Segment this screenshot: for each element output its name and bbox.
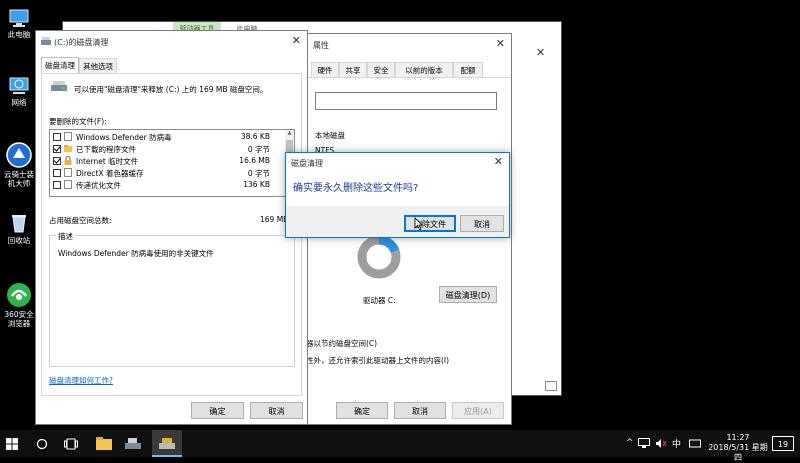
network-tray-icon[interactable] [638, 438, 650, 449]
list-item[interactable]: DirectX 着色器缓存 0 字节 [50, 167, 282, 178]
properties-ok-button[interactable]: 确定 [336, 402, 388, 419]
cleanup-intro: 可以使用"磁盘清理"来释放 (C:) 上的 169 MB 磁盘空间。 [74, 85, 268, 94]
file-icon [64, 180, 72, 189]
desktop-icon-label: 云骑士装机大师 [4, 170, 34, 188]
drive-icon [51, 81, 67, 91]
disk-cleanup-button[interactable]: 磁盘清理(D) [439, 286, 497, 303]
disk-type-label: 本地磁盘 [315, 131, 345, 140]
notification-badge[interactable]: 19 [772, 436, 794, 451]
properties-cancel-button[interactable]: 取消 [394, 402, 446, 419]
properties-apply-button[interactable]: 应用(A) [452, 402, 504, 419]
file-checkbox[interactable] [53, 181, 61, 189]
disk-cleanup-window: (C:)的磁盘清理 ✕ 磁盘清理 其他选项 可以使用"磁盘清理"来释放 (C:)… [35, 30, 308, 425]
delete-files-button[interactable]: 删除文件 [404, 215, 456, 232]
file-checkbox[interactable] [53, 145, 61, 153]
browser-360-icon [7, 283, 31, 307]
clock-time: 11:27 [726, 433, 750, 442]
desktop-icon-label: 网络 [11, 98, 27, 107]
file-checkbox[interactable] [53, 169, 61, 177]
drive-name-input[interactable] [315, 92, 497, 110]
compress-option[interactable]: 器以节约磁盘空间(C) [306, 338, 377, 349]
file-explorer-icon[interactable] [96, 437, 112, 450]
view-toggle-icon[interactable] [545, 381, 557, 391]
description-text: Windows Defender 防病毒使用的非关键文件 [58, 249, 214, 258]
disk-usage-pie [357, 235, 401, 279]
search-circle-icon[interactable] [36, 438, 48, 450]
clock[interactable]: 11:27 2018/5/31 星期四 [707, 433, 769, 463]
drive-task-icon [159, 438, 175, 449]
recycle-bin-icon [12, 215, 26, 233]
confirm-dialog: 磁盘清理 ✕ 确实要永久删除这些文件吗? 删除文件 取消 [285, 152, 510, 238]
tab-hardware[interactable]: 硬件 [311, 62, 339, 77]
network-icon [9, 77, 29, 94]
list-item[interactable]: Windows Defender 防病毒 38.6 KB [50, 131, 282, 142]
properties-title: 属性 [313, 41, 329, 50]
windows-start-icon[interactable] [6, 438, 18, 450]
confirm-title: 磁盘清理 [291, 159, 323, 168]
cleanup-tabs: 磁盘清理 其他选项 [41, 57, 301, 73]
desktop-icon-label: 回收站 [7, 236, 31, 245]
explorer-close-icon[interactable]: ✕ [536, 46, 545, 59]
keyboard-icon[interactable] [689, 438, 701, 449]
clock-date: 2018/5/31 星期四 [708, 443, 768, 462]
lock-icon [64, 156, 72, 165]
cleanup-ok-button[interactable]: 确定 [191, 402, 244, 419]
tab-security[interactable]: 安全 [367, 62, 395, 77]
list-item[interactable]: 传递优化文件 136 KB [50, 179, 282, 190]
total-label: 占用磁盘空间总数: [49, 216, 112, 225]
drive-label: 驱动器 C: [363, 296, 396, 305]
file-checkbox[interactable] [53, 133, 61, 141]
desktop-icon-yunqishi[interactable]: 云骑士装机大师 [2, 142, 36, 188]
volume-muted-icon[interactable] [655, 438, 667, 449]
scroll-up-icon[interactable]: ▲ [285, 130, 294, 136]
mouse-cursor-icon [414, 217, 423, 231]
folder-icon [64, 145, 72, 152]
index-option[interactable]: 性外，还允许索引此驱动器上文件的内容(I) [306, 355, 449, 366]
tab-more-options[interactable]: 其他选项 [79, 58, 117, 73]
confirm-cancel-button[interactable]: 取消 [460, 215, 504, 232]
task-view-icon[interactable] [64, 438, 78, 450]
tab-sharing[interactable]: 共享 [339, 62, 367, 77]
active-task-highlight[interactable] [152, 430, 182, 457]
desktop-icon-network[interactable]: 网络 [2, 76, 36, 107]
disk-cleanup-close-icon[interactable]: ✕ [292, 34, 301, 47]
desktop-icon-label: 360安全浏览器 [4, 310, 34, 328]
disk-cleanup-icon [41, 37, 51, 45]
cleanup-cancel-button[interactable]: 取消 [250, 402, 303, 419]
tab-disk-cleanup[interactable]: 磁盘清理 [41, 57, 79, 73]
desktop-icon-recycle-bin[interactable]: 回收站 [2, 212, 36, 245]
taskbar: ^ 中 11:27 2018/5/31 星期四 19 [0, 430, 800, 462]
file-icon [64, 132, 72, 141]
file-icon [64, 168, 72, 177]
properties-tabs: 硬件 共享 安全 以前的版本 配额 [311, 62, 501, 77]
ime-indicator[interactable]: 中 [672, 437, 681, 450]
files-list-label: 要删除的文件(F): [49, 117, 107, 126]
confirm-question: 确实要永久删除这些文件吗? [293, 183, 419, 194]
desktop-icon-label: 此电脑 [7, 30, 31, 39]
tab-quota[interactable]: 配额 [453, 62, 483, 77]
description-label: 描述 [56, 231, 75, 242]
tab-previous-versions[interactable]: 以前的版本 [395, 62, 453, 77]
disk-cleanup-task-icon[interactable] [125, 437, 141, 450]
desktop-icon-360-browser[interactable]: 360安全浏览器 [2, 282, 36, 328]
confirm-close-icon[interactable]: ✕ [494, 155, 503, 168]
disk-cleanup-title: (C:)的磁盘清理 [54, 38, 109, 47]
files-list[interactable]: Windows Defender 防病毒 38.6 KB 已下载的程序文件 0 … [49, 129, 295, 197]
desktop-icon-this-pc[interactable]: 此电脑 [2, 8, 36, 39]
list-item[interactable]: Internet 临时文件 16.6 MB [50, 155, 282, 166]
file-checkbox[interactable] [53, 157, 61, 165]
tray-chevron-icon[interactable]: ^ [626, 438, 634, 448]
properties-close-icon[interactable]: ✕ [496, 37, 505, 50]
help-link[interactable]: 磁盘清理如何工作? [49, 375, 113, 386]
yunqishi-icon [6, 142, 32, 168]
computer-icon [9, 9, 29, 27]
list-item[interactable]: 已下载的程序文件 0 字节 [50, 143, 282, 154]
